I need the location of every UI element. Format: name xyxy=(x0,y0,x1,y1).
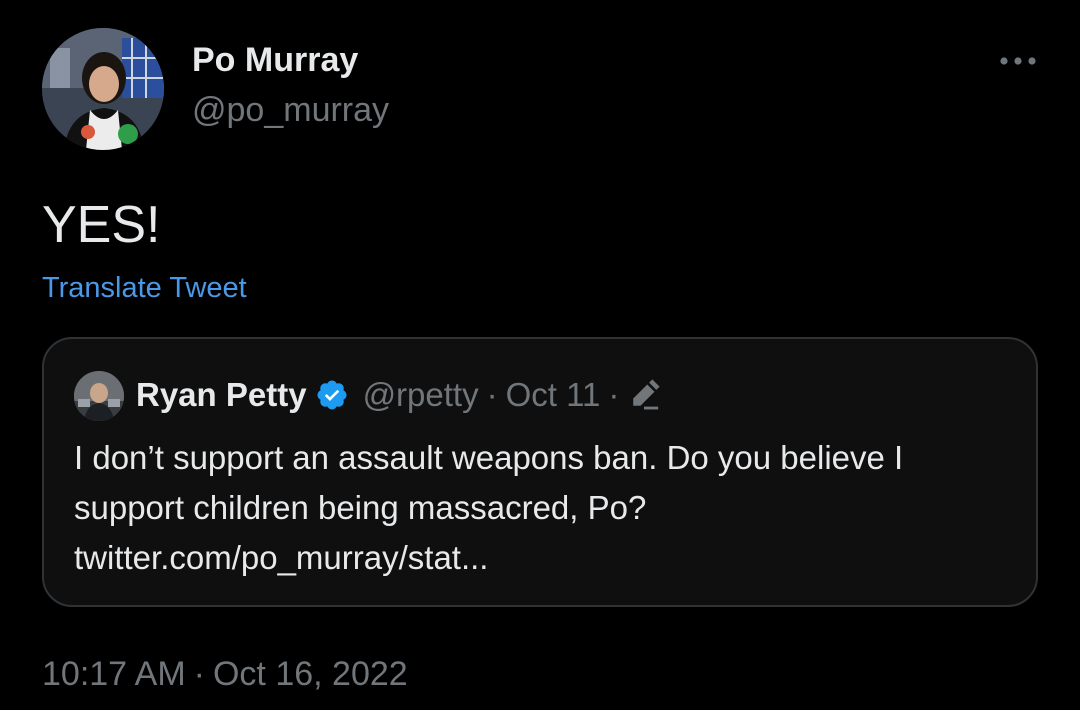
author-avatar[interactable] xyxy=(42,28,164,150)
separator-dot: · xyxy=(486,376,498,413)
quoted-author-avatar[interactable] xyxy=(74,371,124,421)
quoted-author-handle[interactable]: @rpetty xyxy=(363,376,479,414)
more-horizontal-icon xyxy=(1000,57,1036,65)
quoted-tweet-date[interactable]: Oct 11 xyxy=(506,376,601,414)
author-name[interactable]: Po Murray xyxy=(192,40,358,80)
separator-dot: · xyxy=(193,655,205,693)
quoted-tweet-card[interactable]: Ryan Petty @rpetty · Oct 11 · I don’t su… xyxy=(42,337,1038,607)
tweet-text: YES! xyxy=(42,196,161,254)
tweet-time[interactable]: 10:17 AM xyxy=(42,655,186,693)
tweet-date[interactable]: Oct 16, 2022 xyxy=(213,655,408,693)
quoted-tweet-link[interactable]: twitter.com/po_murray/stat... xyxy=(74,533,1014,583)
translate-tweet-link[interactable]: Translate Tweet xyxy=(42,270,247,306)
tweet-timestamp: 10:17 AM · Oct 16, 2022 xyxy=(42,654,408,694)
quoted-tweet-header: Ryan Petty @rpetty · Oct 11 · xyxy=(136,373,661,417)
more-options-button[interactable] xyxy=(994,46,1042,76)
quoted-tweet-body: I don’t support an assault weapons ban. … xyxy=(74,439,904,526)
avatar-image xyxy=(42,28,164,150)
separator-dot: · xyxy=(608,376,620,413)
quoted-avatar-image xyxy=(74,371,124,421)
edit-pencil-icon[interactable] xyxy=(627,378,661,412)
author-handle[interactable]: @po_murray xyxy=(192,90,389,130)
quoted-author-name[interactable]: Ryan Petty xyxy=(136,376,307,414)
quoted-tweet-text: I don’t support an assault weapons ban. … xyxy=(74,433,1014,583)
verified-badge-icon xyxy=(315,378,349,412)
